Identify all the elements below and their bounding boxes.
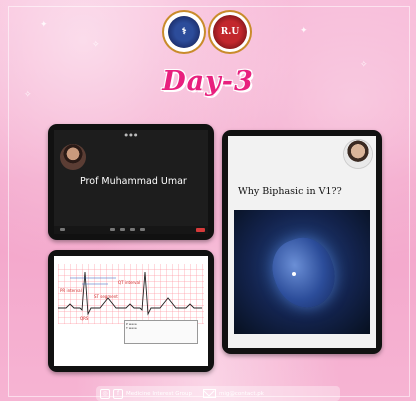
zoom-screen: ● ● ● Prof Muhammad Umar	[54, 130, 208, 234]
ecg-label: PR interval	[60, 288, 82, 293]
ecg-label: QT interval	[118, 280, 141, 285]
ecg-label: ST segment	[94, 294, 118, 299]
end-call-button[interactable]	[196, 228, 205, 232]
tablet-zoom-call: ● ● ● Prof Muhammad Umar	[48, 124, 214, 240]
email-text[interactable]: mig@contact.pk	[219, 391, 264, 397]
sparkle-icon: ✧	[24, 90, 32, 100]
sparkle-icon: ✦	[40, 20, 48, 30]
video-icon[interactable]	[110, 228, 115, 231]
ecg-legend-item: T wave	[126, 326, 137, 330]
tablet-lecture-slide: Why Biphasic in V1??	[222, 130, 382, 354]
avatar	[344, 140, 372, 168]
caduceus-seal-icon: ⚕	[164, 12, 204, 52]
sparkle-icon: ✧	[92, 40, 100, 50]
sparkle-icon: ✧	[360, 60, 368, 70]
page-title: Day-3	[162, 66, 254, 97]
ecg-waveform	[58, 271, 202, 316]
share-icon[interactable]	[120, 228, 125, 231]
ri-seal-icon: R.U	[210, 12, 250, 52]
heart-icon	[263, 229, 345, 317]
mic-icon[interactable]	[60, 228, 65, 231]
slide-screen: Why Biphasic in V1??	[228, 136, 376, 348]
org-name: Medicine Interest Group	[126, 390, 193, 397]
more-icon[interactable]	[140, 228, 145, 231]
speaker-name: Prof Muhammad Umar	[80, 176, 187, 187]
ecg-label: QRS	[80, 316, 89, 321]
logo-text: R.U	[220, 27, 240, 37]
zoom-toolbar	[54, 226, 208, 234]
zoom-top-bar: ● ● ●	[124, 132, 138, 137]
sparkle-icon: ✦	[300, 26, 308, 36]
ecg-screen: PR interval QRS ST segment QT interval P…	[54, 256, 208, 366]
mail-icon	[203, 389, 217, 398]
heart-image	[234, 210, 370, 334]
logo-group: ⚕ R.U	[164, 12, 250, 52]
sa-node-marker	[292, 272, 296, 276]
facebook-icon[interactable]: f	[113, 388, 123, 399]
ecg-legend-box: P wave T wave	[124, 320, 198, 344]
avatar	[60, 144, 86, 170]
slide-title: Why Biphasic in V1??	[238, 186, 342, 197]
tablet-ecg-slide: PR interval QRS ST segment QT interval P…	[48, 250, 214, 372]
footer-contact: ◎ f Medicine Interest Group mig@contact.…	[96, 386, 340, 401]
instagram-icon[interactable]: ◎	[100, 388, 110, 399]
participants-icon[interactable]	[130, 228, 135, 231]
ecg-grid: PR interval QRS ST segment QT interval	[58, 264, 204, 324]
